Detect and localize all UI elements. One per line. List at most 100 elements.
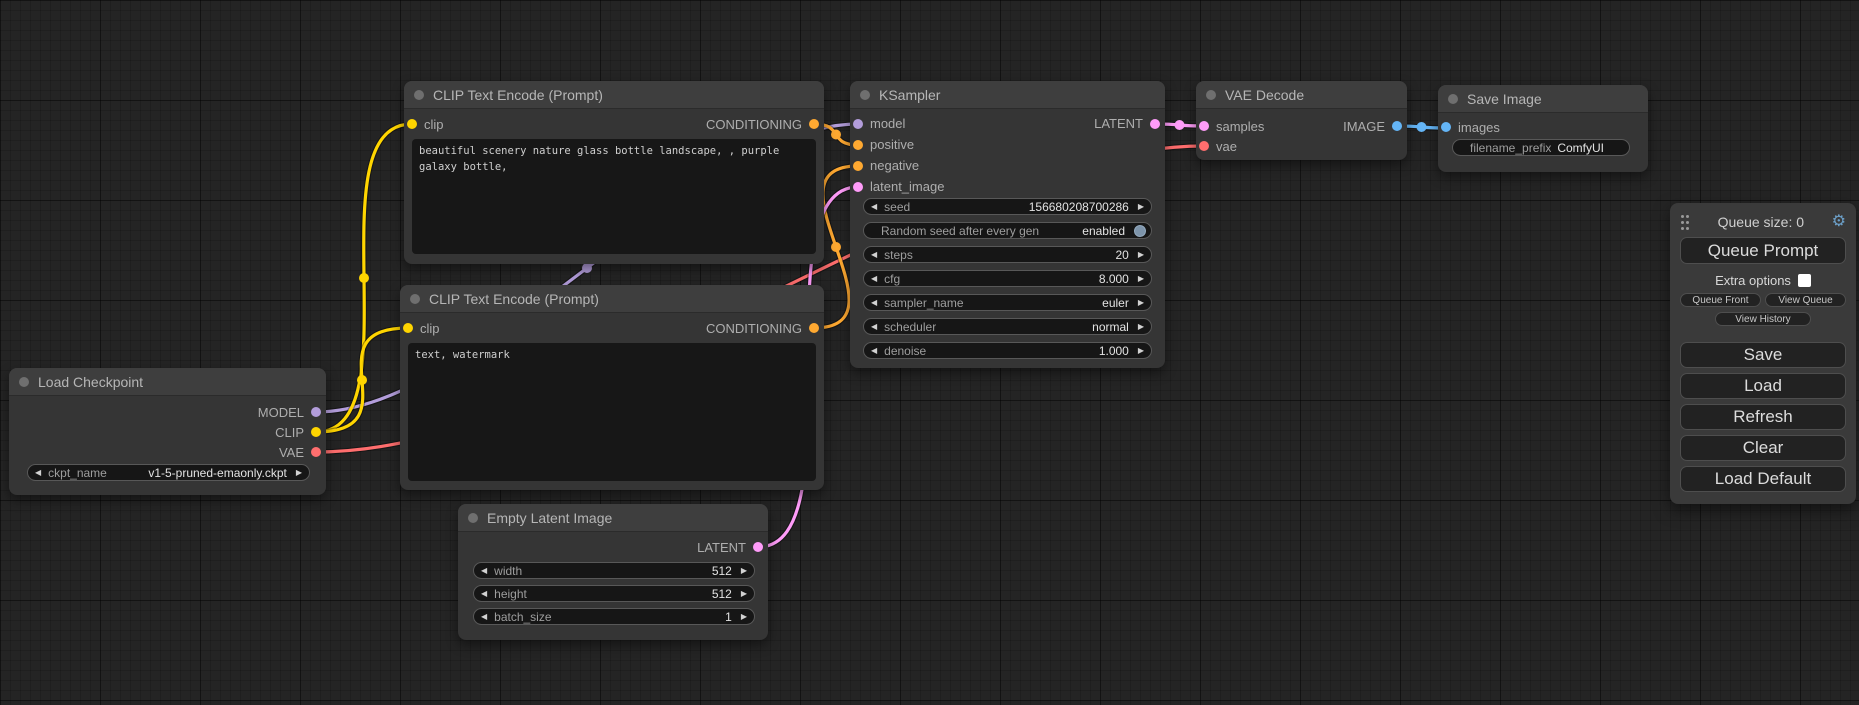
node-titlebar: Load Checkpoint [9, 368, 326, 396]
decrement-arrow-icon[interactable]: ◀ [481, 590, 487, 598]
vae-port-dot[interactable] [311, 447, 321, 457]
toggle-knob[interactable] [1134, 225, 1146, 237]
decrement-arrow-icon[interactable]: ◀ [871, 347, 877, 355]
view-history-button[interactable]: View History [1715, 312, 1811, 326]
positive-prompt-textarea[interactable]: beautiful scenery nature glass bottle la… [412, 139, 816, 254]
node-clip-text-encode-positive[interactable]: CLIP Text Encode (Prompt) clip CONDITION… [404, 81, 824, 264]
increment-arrow-icon[interactable]: ▶ [1138, 323, 1144, 331]
width-widget[interactable]: ◀ width 512 ▶ [473, 562, 755, 579]
collapse-dot[interactable] [1448, 94, 1458, 104]
output-port-vae[interactable]: VAE [279, 445, 326, 460]
input-port-images[interactable]: images [1438, 120, 1500, 135]
output-port-latent[interactable]: LATENT [1094, 116, 1165, 131]
latent-port-dot[interactable] [1150, 119, 1160, 129]
save-button[interactable]: Save [1680, 342, 1846, 368]
increment-arrow-icon[interactable]: ▶ [1138, 347, 1144, 355]
negative-prompt-textarea[interactable]: text, watermark [408, 343, 816, 481]
increment-arrow-icon[interactable]: ▶ [1138, 275, 1144, 283]
random-seed-toggle-widget[interactable]: Random seed after every gen enabled [863, 222, 1152, 239]
collapse-dot[interactable] [468, 513, 478, 523]
conditioning-port-dot[interactable] [809, 323, 819, 333]
latent-port-dot[interactable] [1199, 121, 1209, 131]
queue-panel[interactable]: Queue size: 0 ⚙ Queue Prompt Extra optio… [1670, 203, 1856, 504]
input-port-negative[interactable]: negative [850, 158, 919, 173]
node-ksampler[interactable]: KSampler model LATENT positive [850, 81, 1165, 368]
steps-widget[interactable]: ◀ steps 20 ▶ [863, 246, 1152, 263]
decrement-arrow-icon[interactable]: ◀ [481, 567, 487, 575]
output-port-image[interactable]: IMAGE [1343, 119, 1407, 134]
node-clip-text-encode-negative[interactable]: CLIP Text Encode (Prompt) clip CONDITION… [400, 285, 824, 490]
sampler-name-widget[interactable]: ◀ sampler_name euler ▶ [863, 294, 1152, 311]
clip-port-dot[interactable] [407, 119, 417, 129]
settings-gear-icon[interactable]: ⚙ [1832, 214, 1846, 230]
model-port-dot[interactable] [311, 407, 321, 417]
decrement-arrow-icon[interactable]: ◀ [871, 275, 877, 283]
denoise-widget[interactable]: ◀ denoise 1.000 ▶ [863, 342, 1152, 359]
conditioning-port-dot[interactable] [853, 140, 863, 150]
view-queue-button[interactable]: View Queue [1765, 293, 1846, 307]
input-port-latent-image[interactable]: latent_image [850, 179, 944, 194]
drag-handle-icon[interactable] [1680, 214, 1690, 230]
ckpt-name-widget[interactable]: ◀ ckpt_name v1-5-pruned-emaonly.ckpt ▶ [27, 464, 310, 481]
input-port-samples[interactable]: samples [1196, 119, 1264, 134]
latent-port-dot[interactable] [853, 182, 863, 192]
collapse-dot[interactable] [19, 377, 29, 387]
decrement-arrow-icon[interactable]: ◀ [871, 203, 877, 211]
latent-port-dot[interactable] [753, 542, 763, 552]
cfg-widget[interactable]: ◀ cfg 8.000 ▶ [863, 270, 1152, 287]
increment-arrow-icon[interactable]: ▶ [296, 469, 302, 477]
clear-button[interactable]: Clear [1680, 435, 1846, 461]
increment-arrow-icon[interactable]: ▶ [741, 613, 747, 621]
model-port-dot[interactable] [853, 119, 863, 129]
collapse-dot[interactable] [414, 90, 424, 100]
extra-options-checkbox[interactable] [1798, 274, 1811, 287]
increment-arrow-icon[interactable]: ▶ [1138, 203, 1144, 211]
output-port-model[interactable]: MODEL [258, 405, 326, 420]
extra-options-row: Extra options [1680, 272, 1846, 288]
output-port-conditioning[interactable]: CONDITIONING [706, 117, 824, 132]
load-button[interactable]: Load [1680, 373, 1846, 399]
clip-port-dot[interactable] [311, 427, 321, 437]
seed-widget[interactable]: ◀ seed 156680208700286 ▶ [863, 198, 1152, 215]
conditioning-port-dot[interactable] [809, 119, 819, 129]
decrement-arrow-icon[interactable]: ◀ [871, 299, 877, 307]
node-graph-canvas[interactable]: Load Checkpoint MODEL CLIP VAE [0, 0, 1859, 705]
collapse-dot[interactable] [1206, 90, 1216, 100]
batch-size-widget[interactable]: ◀ batch_size 1 ▶ [473, 608, 755, 625]
decrement-arrow-icon[interactable]: ◀ [481, 613, 487, 621]
increment-arrow-icon[interactable]: ▶ [1138, 299, 1144, 307]
queue-front-button[interactable]: Queue Front [1680, 293, 1761, 307]
input-port-clip[interactable]: clip [400, 321, 440, 336]
increment-arrow-icon[interactable]: ▶ [741, 567, 747, 575]
collapse-dot[interactable] [860, 90, 870, 100]
collapse-dot[interactable] [410, 294, 420, 304]
vae-port-dot[interactable] [1199, 141, 1209, 151]
decrement-arrow-icon[interactable]: ◀ [35, 469, 41, 477]
decrement-arrow-icon[interactable]: ◀ [871, 251, 877, 259]
node-title: Load Checkpoint [38, 374, 143, 390]
input-port-model[interactable]: model [850, 116, 905, 131]
node-load-checkpoint[interactable]: Load Checkpoint MODEL CLIP VAE [9, 368, 326, 495]
image-port-dot[interactable] [1441, 122, 1451, 132]
increment-arrow-icon[interactable]: ▶ [1138, 251, 1144, 259]
image-port-dot[interactable] [1392, 121, 1402, 131]
input-port-clip[interactable]: clip [404, 117, 444, 132]
node-save-image[interactable]: Save Image images filename_prefix ComfyU… [1438, 85, 1648, 172]
refresh-button[interactable]: Refresh [1680, 404, 1846, 430]
queue-prompt-button[interactable]: Queue Prompt [1680, 237, 1846, 264]
output-port-conditioning[interactable]: CONDITIONING [706, 321, 824, 336]
input-port-vae[interactable]: vae [1196, 139, 1237, 154]
node-vae-decode[interactable]: VAE Decode samples IMAGE vae [1196, 81, 1407, 160]
scheduler-widget[interactable]: ◀ scheduler normal ▶ [863, 318, 1152, 335]
decrement-arrow-icon[interactable]: ◀ [871, 323, 877, 331]
load-default-button[interactable]: Load Default [1680, 466, 1846, 492]
filename-prefix-widget[interactable]: filename_prefix ComfyUI [1452, 139, 1630, 156]
increment-arrow-icon[interactable]: ▶ [741, 590, 747, 598]
input-port-positive[interactable]: positive [850, 137, 914, 152]
node-empty-latent-image[interactable]: Empty Latent Image LATENT ◀ width 512 ▶ … [458, 504, 768, 640]
output-port-latent[interactable]: LATENT [697, 540, 768, 555]
conditioning-port-dot[interactable] [853, 161, 863, 171]
height-widget[interactable]: ◀ height 512 ▶ [473, 585, 755, 602]
output-port-clip[interactable]: CLIP [275, 425, 326, 440]
clip-port-dot[interactable] [403, 323, 413, 333]
